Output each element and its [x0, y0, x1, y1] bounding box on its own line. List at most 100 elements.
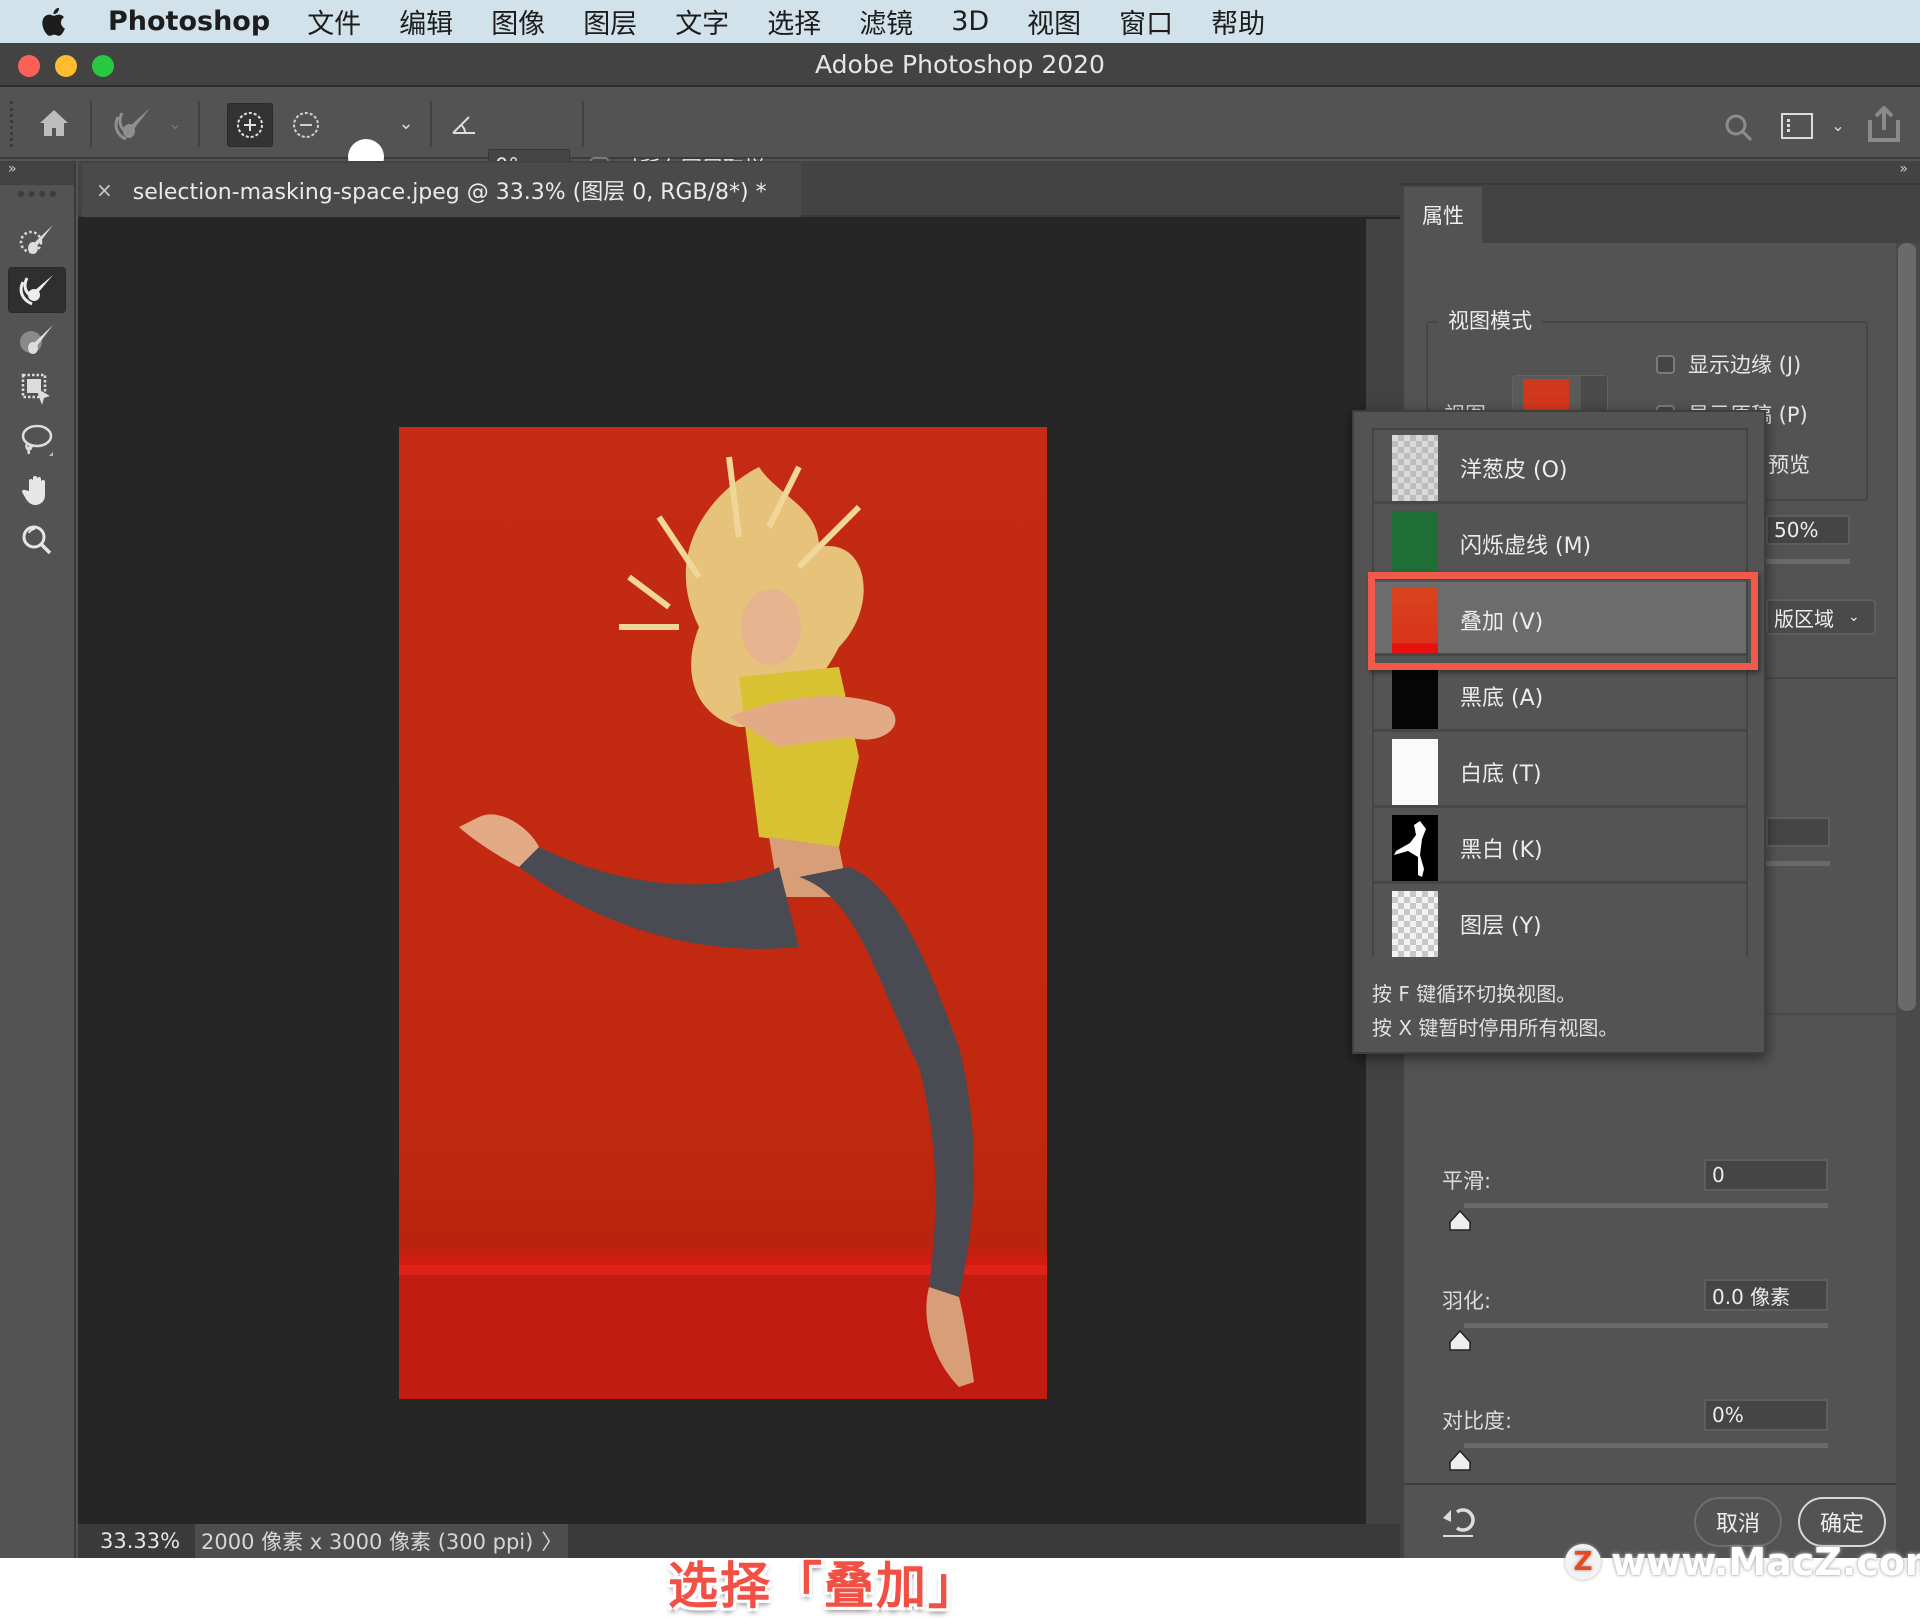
zoom-level[interactable]: 33.33% [78, 1529, 195, 1553]
feather-input[interactable]: 0.0 像素 [1704, 1279, 1828, 1311]
menu-file[interactable]: 文件 [307, 2, 361, 41]
close-window-button[interactable] [18, 55, 40, 77]
view-mode-dropdown: 洋葱皮 (O) 闪烁虚线 (M) 叠加 (V) 黑底 (A) 白底 (T) 黑白… [1352, 410, 1766, 1054]
opacity-slider[interactable] [1766, 559, 1850, 564]
smooth-slider-track[interactable] [1464, 1203, 1828, 1208]
menu-select[interactable]: 选择 [767, 2, 821, 41]
view-option-label: 白底 (T) [1460, 762, 1542, 787]
menu-filter[interactable]: 滤镜 [859, 2, 913, 41]
contrast-label: 对比度: [1442, 1409, 1513, 1433]
search-icon[interactable] [1722, 111, 1756, 145]
divider [430, 101, 432, 147]
workspace-chevron-icon[interactable]: ⌄ [1828, 113, 1848, 137]
view-option-black-white[interactable]: 黑白 (K) [1374, 810, 1746, 884]
smooth-label: 平滑: [1442, 1169, 1492, 1193]
view-option-layer[interactable]: 图层 (Y) [1374, 886, 1746, 960]
region-select[interactable]: 版区域 ⌄ [1766, 599, 1876, 635]
smooth-input[interactable]: 0 [1704, 1159, 1828, 1191]
document-info[interactable]: 2000 像素 x 3000 像素 (300 ppi) 〉 [195, 1524, 569, 1558]
hidden-input[interactable] [1766, 817, 1830, 847]
view-hint-disable: 按 X 键暂时停用所有视图。 [1372, 1016, 1619, 1040]
marching-ants-thumb [1392, 511, 1438, 577]
tools-grip[interactable] [18, 191, 56, 197]
document-tab[interactable]: × selection-masking-space.jpeg @ 33.3% (… [82, 163, 801, 217]
panel-collapse-icon[interactable]: » [1400, 161, 1920, 185]
onion-skin-thumb [1392, 435, 1438, 501]
view-option-onion-skin[interactable]: 洋葱皮 (O) [1374, 430, 1746, 504]
brush-preset-chevron-icon[interactable]: ⌄ [166, 111, 184, 135]
smooth-slider-thumb[interactable] [1448, 1209, 1472, 1233]
view-option-label: 黑白 (K) [1460, 838, 1543, 863]
panel-scrollbar[interactable] [1896, 243, 1920, 1558]
overlay-highlight-box [1368, 572, 1758, 670]
tab-properties[interactable]: 属性 [1404, 187, 1482, 243]
refine-brush-preset-icon[interactable] [110, 103, 156, 145]
opacity-input[interactable]: 50% [1766, 515, 1850, 545]
apple-menu-icon[interactable] [40, 6, 70, 38]
subtract-from-selection-button[interactable] [286, 105, 326, 145]
workspace-layout-icon[interactable] [1780, 111, 1814, 141]
canvas-image[interactable] [399, 427, 1047, 1399]
share-icon[interactable] [1866, 105, 1902, 143]
view-option-on-white[interactable]: 白底 (T) [1374, 734, 1746, 808]
divider [582, 101, 584, 147]
menu-type[interactable]: 文字 [675, 2, 729, 41]
divider [90, 101, 92, 147]
window-controls [18, 55, 114, 77]
quick-selection-tool[interactable] [8, 217, 66, 263]
feather-slider-thumb[interactable] [1448, 1329, 1472, 1353]
menu-view[interactable]: 视图 [1027, 2, 1081, 41]
zoom-window-button[interactable] [92, 55, 114, 77]
region-chevron-icon: ⌄ [1848, 609, 1860, 625]
brush-tool[interactable] [8, 317, 66, 363]
menu-edit[interactable]: 编辑 [399, 2, 453, 41]
show-edge-label: 显示边缘 (J) [1688, 353, 1802, 377]
menu-app-name[interactable]: Photoshop [108, 6, 270, 37]
hand-tool[interactable] [8, 467, 66, 513]
black-white-thumb [1392, 815, 1438, 881]
view-hint-cycle: 按 F 键循环切换视图。 [1372, 982, 1577, 1006]
hidden-slider[interactable] [1766, 861, 1830, 866]
menu-image[interactable]: 图像 [491, 2, 545, 41]
region-select-value: 版区域 [1774, 606, 1834, 631]
watermark-text: www.MacZ.com [1611, 1540, 1920, 1584]
preview-label: 预览 [1768, 453, 1810, 477]
show-edge-checkbox[interactable] [1656, 355, 1675, 374]
home-icon[interactable] [36, 105, 72, 141]
tools-collapse-icon[interactable]: » [0, 161, 74, 185]
document-area: × selection-masking-space.jpeg @ 33.3% (… [78, 161, 1400, 1615]
feather-slider-track[interactable] [1464, 1323, 1828, 1328]
title-bar: Adobe Photoshop 2020 [0, 43, 1920, 87]
add-to-selection-button[interactable] [227, 103, 273, 147]
on-white-thumb [1392, 739, 1438, 805]
refine-edge-brush-tool[interactable] [8, 267, 66, 313]
view-option-label: 闪烁虚线 (M) [1460, 534, 1592, 559]
view-option-marching-ants[interactable]: 闪烁虚线 (M) [1374, 506, 1746, 580]
options-bar-grip[interactable] [10, 101, 13, 147]
contrast-slider-track[interactable] [1464, 1443, 1828, 1448]
contrast-slider-thumb[interactable] [1448, 1449, 1472, 1473]
menu-layer[interactable]: 图层 [583, 2, 637, 41]
document-dimensions: 2000 像素 x 3000 像素 (300 ppi) [201, 1530, 534, 1554]
lasso-tool[interactable] [8, 417, 66, 463]
window-title: Adobe Photoshop 2020 [815, 49, 1105, 79]
document-tab-title: selection-masking-space.jpeg @ 33.3% (图层… [132, 180, 767, 205]
close-tab-icon[interactable]: × [96, 178, 113, 202]
contrast-input[interactable]: 0% [1704, 1399, 1828, 1431]
layer-thumb [1392, 891, 1438, 957]
on-black-thumb [1392, 663, 1438, 729]
brush-size-chevron-icon[interactable]: ⌄ [396, 111, 416, 135]
view-option-label: 黑底 (A) [1460, 686, 1544, 711]
menu-3d[interactable]: 3D [951, 6, 989, 37]
divider [198, 101, 200, 147]
document-tab-bar: × selection-masking-space.jpeg @ 33.3% (… [78, 161, 1400, 217]
menu-help[interactable]: 帮助 [1211, 2, 1265, 41]
panel-scrollbar-thumb[interactable] [1898, 243, 1916, 1011]
zoom-tool[interactable] [8, 517, 66, 563]
reset-icon[interactable] [1440, 1505, 1476, 1539]
watermark: Z www.MacZ.com [1565, 1540, 1920, 1584]
menu-window[interactable]: 窗口 [1119, 2, 1173, 41]
object-selection-tool[interactable] [8, 367, 66, 413]
view-mode-list: 洋葱皮 (O) 闪烁虚线 (M) 叠加 (V) 黑底 (A) 白底 (T) 黑白… [1372, 428, 1748, 960]
minimize-window-button[interactable] [55, 55, 77, 77]
